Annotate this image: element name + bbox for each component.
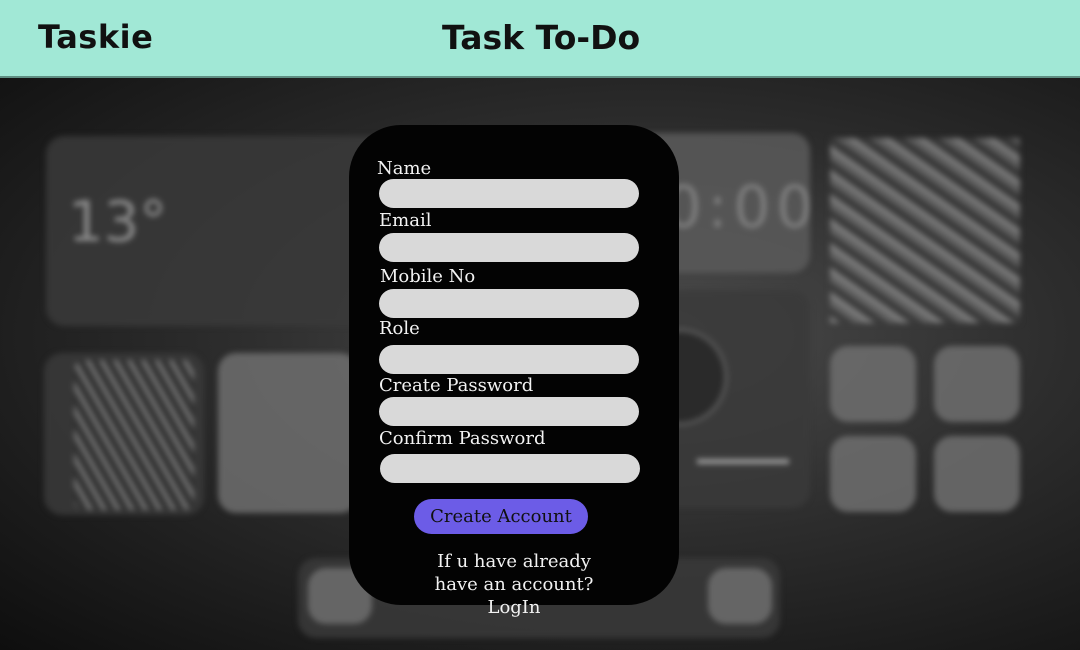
- create-password-input[interactable]: [379, 397, 639, 426]
- photo-widget-image: [74, 360, 194, 510]
- confirm-password-input[interactable]: [380, 454, 640, 483]
- login-prompt-text: If u have already have an account?: [434, 551, 594, 595]
- top-bar: Taskie Task To-Do: [0, 0, 1080, 78]
- email-label: Email: [379, 210, 432, 231]
- dock-icon: [708, 568, 772, 624]
- weather-temperature: 13°: [68, 190, 168, 255]
- app-tile: [934, 346, 1020, 422]
- mobile-label: Mobile No: [380, 266, 476, 287]
- name-input[interactable]: [379, 179, 639, 208]
- app-logo[interactable]: Taskie: [38, 18, 153, 56]
- page-title: Task To-Do: [442, 18, 641, 57]
- photo-widget: [830, 138, 1020, 323]
- music-progress: [697, 459, 789, 464]
- email-input[interactable]: [379, 233, 639, 262]
- search-widget: [218, 353, 358, 513]
- create-password-label: Create Password: [379, 375, 534, 396]
- role-input[interactable]: [379, 345, 639, 374]
- role-label: Role: [379, 318, 420, 339]
- create-account-button[interactable]: Create Account: [414, 499, 588, 534]
- app-tile: [934, 436, 1020, 512]
- name-label: Name: [377, 158, 432, 179]
- app-tile: [830, 436, 916, 512]
- login-prompt: If u have already have an account? LogIn: [419, 550, 609, 619]
- mobile-input[interactable]: [379, 289, 639, 318]
- signup-form-card: Name Email Mobile No Role Create Passwor…: [349, 125, 679, 618]
- confirm-password-label: Confirm Password: [379, 428, 546, 449]
- login-link[interactable]: LogIn: [487, 597, 540, 618]
- app-tile: [830, 346, 916, 422]
